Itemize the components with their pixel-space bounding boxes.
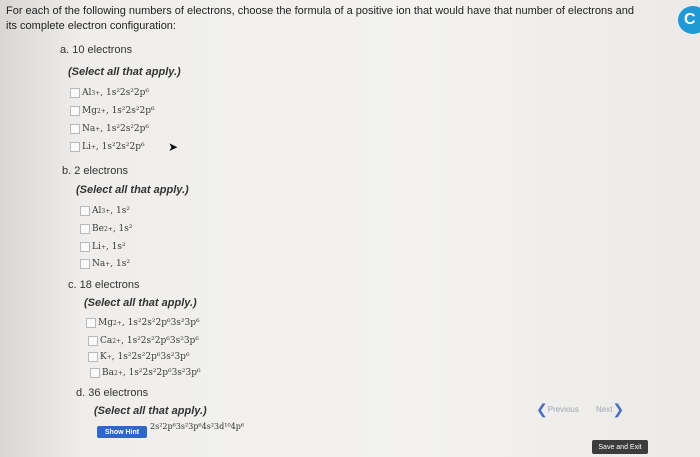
part-b-instruction: (Select all that apply.) xyxy=(76,184,189,196)
checkbox[interactable] xyxy=(70,124,80,134)
checkbox[interactable] xyxy=(80,206,90,216)
checkbox[interactable] xyxy=(86,318,96,328)
checkbox[interactable] xyxy=(90,368,100,378)
option-c-3[interactable]: K +, 1s²2s²2p⁶3s²3p⁶ xyxy=(88,352,190,362)
option-a-4[interactable]: Li +, 1s²2s²2p⁶ xyxy=(70,142,145,152)
checkbox[interactable] xyxy=(80,259,90,269)
part-c-label: c. 18 electrons xyxy=(68,279,140,291)
checkbox[interactable] xyxy=(80,224,90,234)
checkbox[interactable] xyxy=(70,88,80,98)
next-button[interactable]: Next ❯ xyxy=(596,400,625,417)
part-d-instruction: (Select all that apply.) xyxy=(94,405,207,417)
chevron-right-icon: ❯ xyxy=(612,400,625,417)
option-b-2[interactable]: Be 2+, 1s² xyxy=(80,224,133,234)
checkbox[interactable] xyxy=(70,106,80,116)
checkbox[interactable] xyxy=(88,336,98,346)
option-b-3[interactable]: Li +, 1s² xyxy=(80,242,126,252)
checkbox[interactable] xyxy=(70,142,80,152)
mouse-cursor-icon: ➤ xyxy=(168,140,179,154)
app-logo-icon: C xyxy=(678,6,700,34)
partial-config-text: 2s²2p⁶3s²3p⁶4s²3d¹⁰4p⁶ xyxy=(150,422,245,431)
part-d-label: d. 36 electrons xyxy=(76,387,149,399)
option-a-3[interactable]: Na +, 1s²2s²2p⁶ xyxy=(70,124,149,134)
part-b-label: b. 2 electrons xyxy=(62,165,129,177)
chevron-left-icon: ❮ xyxy=(536,400,548,417)
part-a-instruction: (Select all that apply.) xyxy=(68,66,181,78)
question-text: For each of the following numbers of ele… xyxy=(6,5,634,32)
option-c-1[interactable]: Mg 2+, 1s²2s²2p⁶3s²3p⁶ xyxy=(86,318,200,328)
part-c-instruction: (Select all that apply.) xyxy=(84,297,197,309)
checkbox[interactable] xyxy=(80,242,90,252)
option-c-2[interactable]: Ca 2+, 1s²2s²2p⁶3s²3p⁶ xyxy=(88,336,199,346)
option-c-4[interactable]: Ba 2+, 1s²2s²2p⁶3s²3p⁶ xyxy=(90,368,201,378)
part-a-label: a. 10 electrons xyxy=(60,44,133,56)
option-a-1[interactable]: Al 3+, 1s²2s²2p⁶ xyxy=(70,88,149,98)
show-hint-button[interactable]: Show Hint xyxy=(97,426,147,438)
previous-button[interactable]: ❮ Previous xyxy=(536,400,579,417)
option-b-1[interactable]: Al 3+, 1s² xyxy=(80,206,130,216)
checkbox[interactable] xyxy=(88,352,98,362)
option-a-2[interactable]: Mg 2+, 1s²2s²2p⁶ xyxy=(70,106,155,116)
save-and-exit-button[interactable]: Save and Exit xyxy=(592,440,648,454)
option-b-4[interactable]: Na +, 1s² xyxy=(80,259,130,269)
